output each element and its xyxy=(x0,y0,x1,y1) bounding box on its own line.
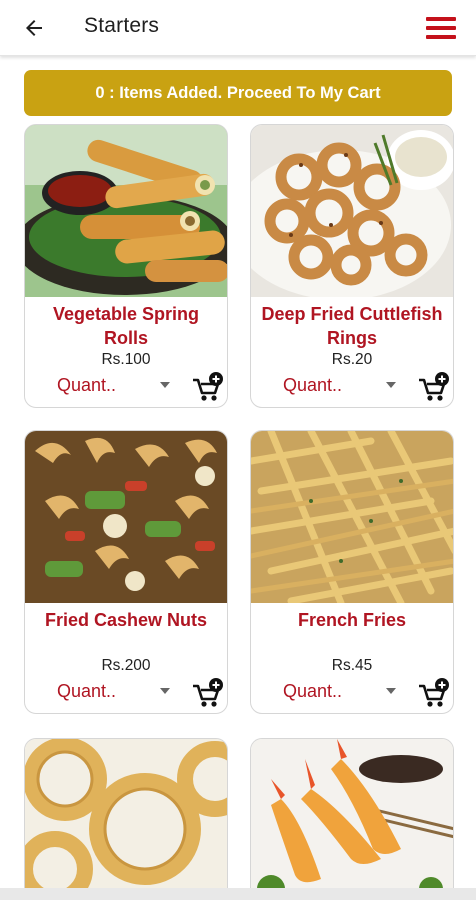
quantity-dropdown[interactable]: Quant.. xyxy=(57,677,172,705)
quantity-label: Quant.. xyxy=(57,374,117,395)
product-card[interactable] xyxy=(250,738,454,888)
product-price: Rs.100 xyxy=(101,351,151,368)
product-name: French Fries xyxy=(297,610,407,630)
chevron-down-icon xyxy=(160,382,170,388)
quantity-label: Quant.. xyxy=(283,374,343,395)
chevron-down-icon xyxy=(386,688,396,694)
proceed-to-cart-banner[interactable]: 0 : Items Added. Proceed To My Cart xyxy=(24,70,452,116)
product-card[interactable]: Fried Cashew Nuts Rs.200 Quant.. xyxy=(24,430,228,714)
quantity-label: Quant.. xyxy=(57,680,117,701)
cart-plus-icon[interactable] xyxy=(191,677,225,711)
onion-rings-photo xyxy=(25,739,227,888)
page-title: Starters xyxy=(84,14,160,37)
cashew-nuts-photo xyxy=(25,431,227,603)
chevron-down-icon xyxy=(160,688,170,694)
cuttlefish-rings-photo xyxy=(251,125,453,297)
product-card[interactable]: French Fries Rs.45 Quant.. xyxy=(250,430,454,714)
cart-plus-icon[interactable] xyxy=(191,371,225,405)
product-name: Vegetable Spring Rolls xyxy=(52,304,200,348)
quantity-dropdown[interactable]: Quant.. xyxy=(57,371,172,399)
product-card[interactable]: Deep Fried Cuttlefish Rings Rs.20 Quant.… xyxy=(250,124,454,408)
back-button[interactable] xyxy=(18,12,50,44)
app-bar: Starters xyxy=(0,0,476,56)
product-card[interactable] xyxy=(24,738,228,888)
product-name: Deep Fried Cuttlefish Rings xyxy=(261,304,443,348)
quantity-label: Quant.. xyxy=(283,680,343,701)
cart-plus-icon[interactable] xyxy=(417,371,451,405)
quantity-dropdown[interactable]: Quant.. xyxy=(283,677,398,705)
bottom-navigation-bar xyxy=(0,888,476,900)
product-price: Rs.20 xyxy=(331,351,373,368)
chevron-down-icon xyxy=(386,382,396,388)
product-price: Rs.200 xyxy=(101,657,151,674)
product-price: Rs.45 xyxy=(331,657,373,674)
spring-rolls-photo xyxy=(25,125,227,297)
hamburger-menu-icon xyxy=(426,17,456,21)
product-name: Fried Cashew Nuts xyxy=(44,610,208,630)
fried-prawns-photo xyxy=(251,739,453,888)
menu-button[interactable] xyxy=(426,12,460,44)
product-card[interactable]: Vegetable Spring Rolls Rs.100 Quant.. xyxy=(24,124,228,408)
quantity-dropdown[interactable]: Quant.. xyxy=(283,371,398,399)
arrow-left-icon xyxy=(26,20,42,36)
french-fries-photo xyxy=(251,431,453,603)
cart-plus-icon[interactable] xyxy=(417,677,451,711)
cart-banner-text: 0 : Items Added. Proceed To My Cart xyxy=(95,83,381,102)
